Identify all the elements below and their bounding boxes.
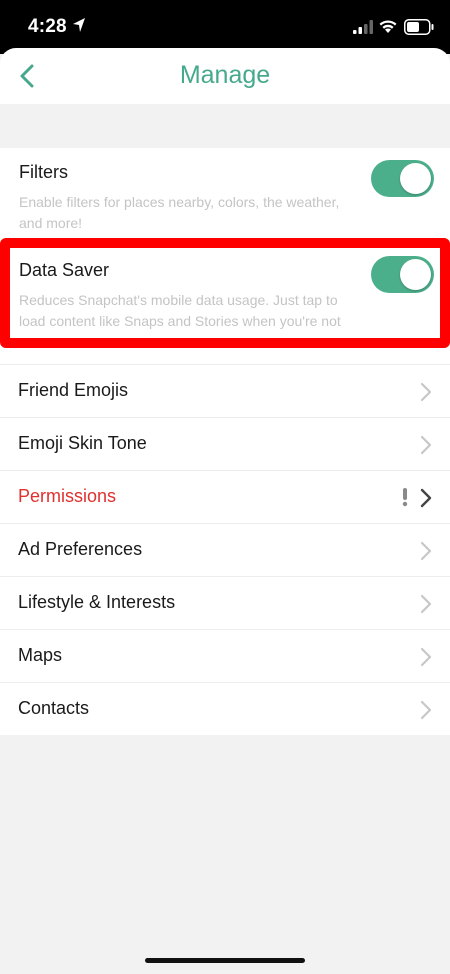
nav-item-label: Permissions — [18, 486, 117, 506]
nav-item-ad-preferences[interactable]: Ad Preferences — [0, 523, 450, 576]
nav-item-lifestyle-interests[interactable]: Lifestyle & Interests — [0, 576, 450, 629]
status-time: 4:28 — [28, 16, 67, 37]
chevron-right-icon — [420, 541, 432, 561]
data-saver-description: Reduces Snapchat's mobile data usage. Ju… — [19, 292, 341, 329]
chevron-right-icon — [420, 382, 432, 402]
nav-header: Manage — [0, 48, 450, 104]
data-saver-setting-row: Data Saver Reduces Snapchat's mobile dat… — [0, 246, 450, 364]
nav-item-label: Emoji Skin Tone — [18, 433, 147, 453]
toggle-settings-section: Filters Enable filters for places nearby… — [0, 148, 450, 364]
toggle-knob — [400, 163, 431, 194]
nav-item-contacts[interactable]: Contacts — [0, 682, 450, 735]
location-arrow-icon — [73, 18, 85, 32]
filters-setting-row: Filters Enable filters for places nearby… — [0, 148, 450, 246]
filters-toggle[interactable] — [371, 160, 434, 197]
chevron-right-icon — [420, 647, 432, 667]
home-indicator[interactable] — [145, 958, 305, 963]
data-saver-toggle[interactable] — [371, 256, 434, 293]
toggle-knob — [400, 259, 431, 290]
nav-item-maps[interactable]: Maps — [0, 629, 450, 682]
nav-item-friend-emojis[interactable]: Friend Emojis — [0, 364, 450, 417]
battery-icon — [404, 19, 434, 35]
nav-item-label: Ad Preferences — [18, 539, 143, 559]
status-bar: 4:28 — [0, 0, 450, 54]
chevron-right-icon — [420, 488, 432, 508]
exclamation-icon — [402, 488, 408, 507]
nav-item-label: Contacts — [18, 698, 90, 718]
nav-item-emoji-skin-tone[interactable]: Emoji Skin Tone — [0, 417, 450, 470]
filters-title: Filters — [19, 162, 68, 182]
data-saver-title: Data Saver — [19, 260, 110, 280]
nav-item-label: Maps — [18, 645, 63, 665]
nav-item-permissions[interactable]: Permissions — [0, 470, 450, 523]
page-title: Manage — [179, 61, 271, 89]
nav-item-label: Friend Emojis — [18, 380, 129, 400]
cellular-signal-icon — [353, 20, 373, 34]
settings-nav-list: Friend Emojis Emoji Skin Tone Permission… — [0, 364, 450, 735]
chevron-right-icon — [420, 700, 432, 720]
filters-description: Enable filters for places nearby, colors… — [19, 194, 340, 231]
wifi-icon — [379, 20, 397, 33]
nav-item-label: Lifestyle & Interests — [18, 592, 176, 612]
chevron-right-icon — [420, 435, 432, 455]
chevron-right-icon — [420, 594, 432, 614]
